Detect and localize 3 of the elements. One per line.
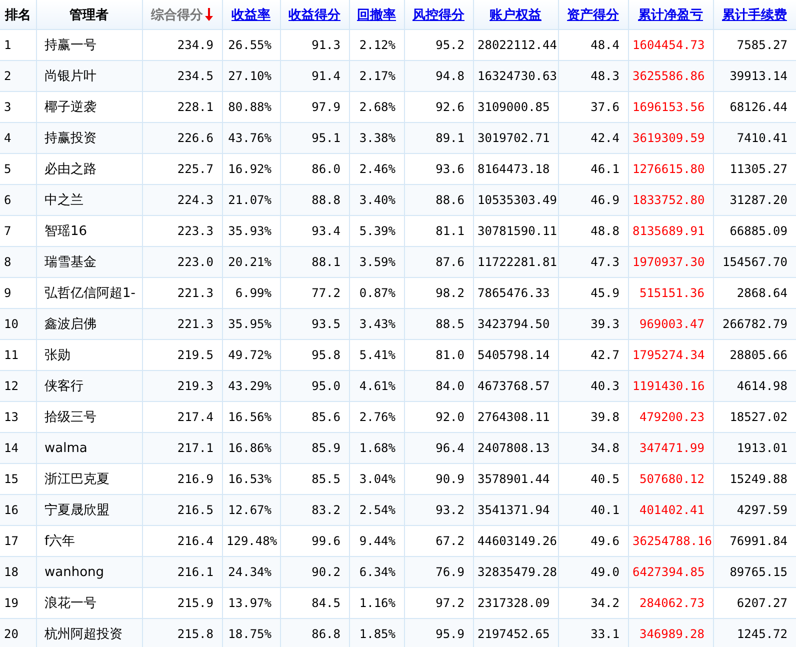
column-header: 管理者	[70, 8, 108, 22]
sort-descending-icon	[205, 8, 213, 21]
column-header: 排名	[4, 8, 31, 22]
